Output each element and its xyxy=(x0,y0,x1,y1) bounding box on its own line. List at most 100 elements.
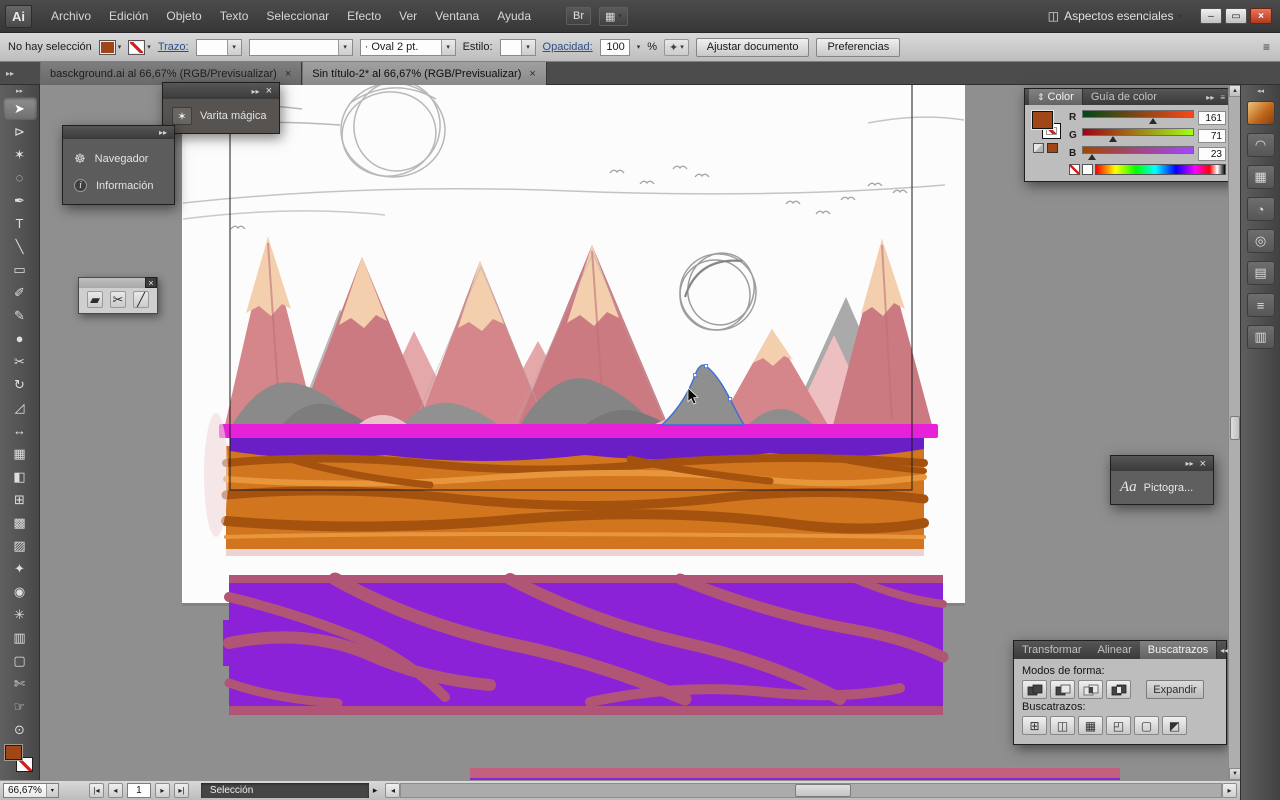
menu-archivo[interactable]: Archivo xyxy=(42,9,100,23)
rectangle-tool[interactable]: ▭ xyxy=(3,258,37,281)
stroke-weight-link[interactable]: Trazo: xyxy=(158,41,189,53)
scale-tool[interactable]: ◿ xyxy=(3,396,37,419)
scissors-tool[interactable]: ✂ xyxy=(3,350,37,373)
green-slider[interactable] xyxy=(1082,128,1194,143)
menu-texto[interactable]: Texto xyxy=(211,9,258,23)
brushes-panel-icon[interactable]: ◠ xyxy=(1241,129,1280,161)
close-icon[interactable]: × xyxy=(145,277,157,288)
rotate-tool[interactable]: ↻ xyxy=(3,373,37,396)
vertical-scrollbar[interactable]: ▲ ▼ xyxy=(1228,85,1241,780)
blend-tool[interactable]: ◉ xyxy=(3,580,37,603)
tab-align[interactable]: Alinear xyxy=(1090,641,1140,659)
intersect-button[interactable] xyxy=(1078,680,1103,699)
scissors-tool[interactable]: ✂ xyxy=(110,291,126,308)
exclude-button[interactable] xyxy=(1106,680,1131,699)
fit-document-button[interactable]: Ajustar documento xyxy=(695,37,810,57)
style-combo[interactable]: ▾ xyxy=(499,38,536,56)
fill-color-control[interactable]: ▾ xyxy=(98,39,121,55)
menu-edicion[interactable]: Edición xyxy=(100,9,157,23)
trim-button[interactable]: ◫ xyxy=(1050,716,1075,735)
glyphs-panel-item[interactable]: Aa Pictogra... xyxy=(1111,471,1213,504)
collapse-icon[interactable]: ▸▸ xyxy=(1203,93,1217,102)
minimize-button[interactable]: – xyxy=(1200,8,1222,24)
eraser-tool[interactable]: ▰ xyxy=(87,291,103,308)
lasso-tool[interactable]: ◌ xyxy=(3,166,37,189)
minus-front-button[interactable] xyxy=(1050,680,1075,699)
tab-pathfinder[interactable]: Buscatrazos xyxy=(1139,641,1218,659)
tab-color[interactable]: ⇕ Color xyxy=(1029,89,1083,105)
none-swatch[interactable] xyxy=(1069,164,1080,175)
page-number-field[interactable]: 1 xyxy=(126,783,151,798)
workspace-switcher[interactable]: ◫ Aspectos esenciales ▾ xyxy=(1048,9,1182,23)
panel-header[interactable]: ▸▸ × xyxy=(163,83,279,99)
expand-button[interactable]: Expandir xyxy=(1146,680,1204,699)
tab-close-icon[interactable]: × xyxy=(284,68,292,80)
stroke-color-control[interactable]: ▾ xyxy=(128,39,151,55)
knife-tool[interactable]: ╱ xyxy=(133,291,149,308)
width-tool[interactable]: ↔ xyxy=(3,419,37,442)
restore-button[interactable]: ▭ xyxy=(1225,8,1247,24)
tab-color-guide[interactable]: Guía de color xyxy=(1083,89,1165,105)
color-panel-icon[interactable] xyxy=(1241,97,1280,129)
red-slider[interactable] xyxy=(1082,110,1194,125)
bottom-stripe[interactable] xyxy=(470,768,1120,780)
blue-value-field[interactable]: 23 xyxy=(1198,146,1226,161)
direct-selection-tool[interactable]: ⊳ xyxy=(3,120,37,143)
tab-overflow-icon[interactable]: ▸▸ xyxy=(0,62,20,84)
close-button[interactable]: × xyxy=(1250,8,1272,24)
status-menu-icon[interactable]: ▸ xyxy=(373,785,378,796)
info-item[interactable]: i Información xyxy=(63,173,174,198)
gradient-panel-icon[interactable]: ▥ xyxy=(1241,321,1280,353)
blue-slider[interactable] xyxy=(1082,146,1194,161)
horizontal-scroll-thumb[interactable] xyxy=(794,784,851,797)
collapse-icon[interactable]: ▸▸ xyxy=(1183,459,1197,468)
zoom-combo[interactable]: 66,67% ▾ xyxy=(3,783,59,798)
tab-untitled-document[interactable]: Sin título-2* al 66,67% (RGB/Previsualiz… xyxy=(302,62,547,85)
next-page-button[interactable]: ▸ xyxy=(154,783,170,798)
opacity-field[interactable]: 100 xyxy=(599,38,630,56)
pen-tool[interactable]: ✒ xyxy=(3,189,37,212)
striped-purple-rectangle[interactable] xyxy=(223,572,949,715)
scroll-left-icon[interactable]: ◂ xyxy=(385,783,401,798)
stroke-weight-combo[interactable]: ▾ xyxy=(195,38,242,56)
navigator-item[interactable]: ☸ Navegador xyxy=(63,145,174,173)
menu-ver[interactable]: Ver xyxy=(390,9,426,23)
eyedropper-tool[interactable]: ✦ xyxy=(3,557,37,580)
white-swatch[interactable] xyxy=(1082,164,1093,175)
select-similar-button[interactable]: ✦ ▾ xyxy=(664,38,689,56)
slider-thumb[interactable] xyxy=(1088,154,1097,160)
control-panel-menu-icon[interactable]: ≡ xyxy=(1263,40,1272,54)
close-icon[interactable]: × xyxy=(263,85,275,97)
slider-thumb[interactable] xyxy=(1109,136,1118,142)
web-color-cube-icon[interactable] xyxy=(1033,143,1044,153)
appearance-panel-icon[interactable]: ▤ xyxy=(1241,257,1280,289)
width-profile-combo[interactable]: ▾ xyxy=(248,38,353,56)
tab-close-icon[interactable]: × xyxy=(528,68,536,80)
selection-tool[interactable]: ➤ xyxy=(2,97,37,120)
slice-tool[interactable]: ✄ xyxy=(3,672,37,695)
free-transform-tool[interactable]: ▦ xyxy=(3,442,37,465)
opacity-link[interactable]: Opacidad: xyxy=(543,41,593,53)
blob-brush-tool[interactable]: ● xyxy=(3,327,37,350)
tools-collapse-icon[interactable]: ▸▸ xyxy=(0,85,39,97)
paintbrush-tool[interactable]: ✐ xyxy=(3,281,37,304)
mesh-tool[interactable]: ▩ xyxy=(3,511,37,534)
slider-thumb[interactable] xyxy=(1148,118,1157,124)
red-value-field[interactable]: 161 xyxy=(1198,110,1226,125)
fill-proxy-swatch[interactable] xyxy=(4,745,22,760)
type-tool[interactable]: T xyxy=(3,212,37,235)
vertical-scroll-thumb[interactable] xyxy=(1230,416,1240,440)
last-color-swatch[interactable] xyxy=(1047,143,1058,153)
symbol-sprayer-tool[interactable]: ✳ xyxy=(3,603,37,626)
swatches-panel-icon[interactable]: ▦ xyxy=(1241,161,1280,193)
menu-seleccionar[interactable]: Seleccionar xyxy=(257,9,338,23)
symbols-panel-icon[interactable]: ◔ xyxy=(1241,193,1280,225)
green-value-field[interactable]: 71 xyxy=(1198,128,1226,143)
zoom-tool[interactable]: ⊙ xyxy=(3,718,37,741)
shape-builder-tool[interactable]: ◧ xyxy=(3,465,37,488)
line-segment-tool[interactable]: ╲ xyxy=(3,235,37,258)
bridge-button[interactable]: Br xyxy=(566,7,592,25)
perspective-grid-tool[interactable]: ⊞ xyxy=(3,488,37,511)
merge-button[interactable]: ▦ xyxy=(1078,716,1103,735)
hand-tool[interactable]: ☞ xyxy=(3,695,37,718)
